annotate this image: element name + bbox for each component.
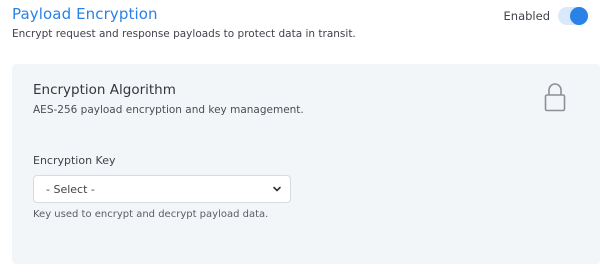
section-description: Encrypt request and response payloads to…	[12, 28, 356, 40]
chevron-down-icon	[273, 186, 281, 192]
card-title: Encryption Algorithm	[33, 82, 176, 98]
encryption-key-label: Encryption Key	[33, 154, 116, 167]
lock-icon	[544, 83, 566, 112]
enabled-toggle[interactable]	[558, 7, 588, 25]
encryption-algorithm-card: Encryption Algorithm AES-256 payload enc…	[12, 64, 600, 264]
toggle-knob	[570, 7, 588, 25]
select-value: - Select -	[46, 182, 95, 196]
section-title: Payload Encryption	[12, 5, 158, 23]
encryption-key-help: Key used to encrypt and decrypt payload …	[33, 209, 269, 220]
payload-encryption-panel: Payload Encryption Encrypt request and r…	[0, 0, 600, 272]
toggle-label: Enabled	[503, 9, 550, 23]
card-description: AES-256 payload encryption and key manag…	[33, 104, 304, 116]
encryption-key-select[interactable]: - Select -	[33, 175, 291, 203]
enabled-toggle-group: Enabled	[504, 7, 588, 25]
